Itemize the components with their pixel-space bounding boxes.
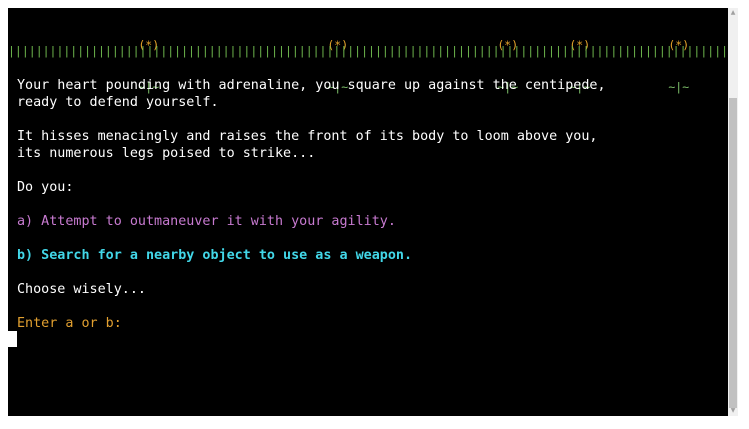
terminal-screen[interactable]: (*) ~|~ (*) ~|~ (*) ~|~ (*) ~|~ (*) ~|~ … [8, 8, 728, 416]
option-b: b) Search for a nearby object to use as … [17, 248, 413, 263]
story-text: It hisses menacingly and raises the fron… [17, 129, 598, 144]
flower: (*) ~|~ [487, 10, 529, 122]
story-text: ready to defend yourself. [17, 95, 219, 110]
scroll-thumb[interactable] [729, 98, 737, 408]
hint-text: Choose wisely... [17, 282, 146, 297]
scroll-up-icon[interactable]: ▲ [728, 8, 738, 18]
flower: (*) ~|~ [559, 10, 601, 122]
vertical-scrollbar[interactable]: ▲ ▼ [728, 8, 738, 416]
flower: (*) ~|~ [317, 10, 359, 122]
window-frame: (*) ~|~ (*) ~|~ (*) ~|~ (*) ~|~ (*) ~|~ … [0, 0, 749, 429]
text-cursor[interactable] [8, 331, 17, 347]
flower: (*) ~|~ [658, 10, 700, 122]
input-prompt: Enter a or b: [17, 316, 122, 331]
story-text: Your heart pounding with adrenaline, you… [17, 78, 606, 93]
option-a: a) Attempt to outmaneuver it with your a… [17, 214, 396, 229]
story-text: its numerous legs poised to strike... [17, 146, 316, 161]
grass-row: ||||||||||||||||||||||||||||||||||||||||… [8, 44, 728, 58]
scroll-down-icon[interactable]: ▼ [728, 406, 738, 416]
question-text: Do you: [17, 180, 74, 195]
flower-stem: ~|~ [668, 80, 690, 94]
